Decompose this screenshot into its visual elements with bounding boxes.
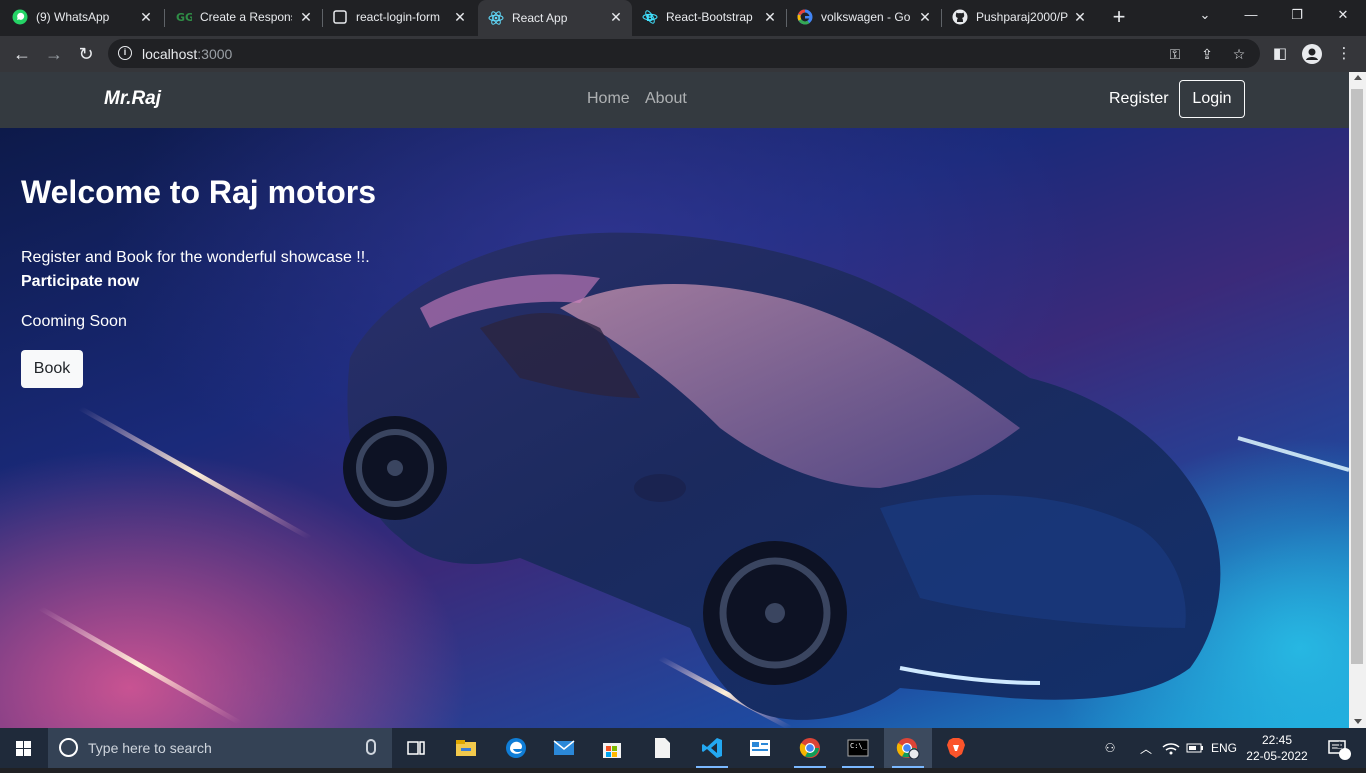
close-tab-icon[interactable]: ✕ <box>1072 9 1088 25</box>
task-view-icon[interactable] <box>392 728 440 768</box>
close-tab-icon[interactable]: ✕ <box>298 9 314 25</box>
gfg-icon: GG <box>176 9 192 25</box>
battery-icon[interactable] <box>1184 728 1206 768</box>
whatsapp-icon <box>12 9 28 25</box>
tab-title: React-Bootstrap <box>666 10 753 24</box>
minimize-button[interactable]: — <box>1228 0 1274 32</box>
browser-menu-icon[interactable]: ⋮ <box>1334 44 1354 64</box>
tab-github[interactable]: Pushparaj2000/P ✕ <box>952 0 1096 34</box>
chrome-profile-icon[interactable] <box>884 728 932 768</box>
close-tab-icon[interactable]: ✕ <box>917 9 933 25</box>
tab-google-search[interactable]: volkswagen - Go ✕ <box>797 0 941 34</box>
svg-text:GG: GG <box>176 11 192 24</box>
register-link[interactable]: Register <box>1109 90 1169 108</box>
page-viewport: Mr.Raj Home About Register Login Welcome… <box>0 72 1349 728</box>
book-button[interactable]: Book <box>21 350 83 388</box>
login-button[interactable]: Login <box>1179 80 1245 118</box>
address-bar[interactable]: i localhost:3000 ⚿ ⇪ ☆ <box>108 39 1260 68</box>
scroll-thumb[interactable] <box>1351 89 1363 664</box>
hero-title: Welcome to Raj motors <box>21 174 377 210</box>
tab-react-login-form[interactable]: react-login-form ✕ <box>332 0 476 34</box>
google-icon <box>797 9 813 25</box>
bookmark-star-icon[interactable]: ☆ <box>1230 45 1248 63</box>
tab-whatsapp[interactable]: (9) WhatsApp ✕ <box>12 0 162 34</box>
brave-icon[interactable] <box>932 728 980 768</box>
back-button[interactable]: ← <box>8 40 36 68</box>
tab-title: react-login-form <box>356 10 441 24</box>
close-tab-icon[interactable]: ✕ <box>138 9 154 25</box>
light-streak <box>1237 436 1349 472</box>
notification-count-badge: 1 <box>1337 740 1343 750</box>
tab-title: Pushparaj2000/P <box>976 10 1068 24</box>
hero-cta-text: Participate now <box>21 273 140 290</box>
restore-button[interactable]: ❐ <box>1274 0 1320 32</box>
share-icon[interactable]: ⇪ <box>1198 45 1216 63</box>
mail-icon[interactable] <box>540 728 588 768</box>
hero-section: Welcome to Raj motors Register and Book … <box>0 128 1349 728</box>
clock-date: 22-05-2022 <box>1246 749 1308 763</box>
close-tab-icon[interactable]: ✕ <box>608 9 624 25</box>
key-icon[interactable]: ⚿ <box>1166 45 1184 63</box>
notifications-button[interactable]: 1 <box>1318 728 1358 768</box>
site-info-icon[interactable]: i <box>118 46 132 60</box>
wifi-icon[interactable] <box>1160 728 1182 768</box>
file-explorer-icon[interactable] <box>442 728 490 768</box>
hero-lead-text: Register and Book for the wonderful show… <box>21 249 370 266</box>
bootstrap-icon: B <box>642 9 658 25</box>
cortana-icon <box>59 738 78 757</box>
tab-title: Create a Respons <box>200 10 292 24</box>
light-streak <box>78 405 312 541</box>
language-indicator[interactable]: ENG <box>1208 728 1240 768</box>
scroll-down-icon[interactable] <box>1354 719 1362 724</box>
svg-text:B: B <box>646 13 654 24</box>
windows-logo-icon <box>16 741 31 756</box>
car-mirror <box>634 474 686 502</box>
react-icon <box>488 10 504 26</box>
scroll-up-icon[interactable] <box>1354 75 1362 80</box>
tab-create-response[interactable]: GG Create a Respons ✕ <box>176 0 322 34</box>
close-window-button[interactable]: ✕ <box>1320 0 1366 32</box>
site-brand[interactable]: Mr.Raj <box>104 88 161 110</box>
taskbar-search-box[interactable]: Type here to search <box>48 728 392 768</box>
side-panel-icon[interactable]: ◧ <box>1270 44 1290 64</box>
start-button[interactable] <box>0 728 48 768</box>
microphone-icon[interactable] <box>366 739 376 755</box>
hero-status-text: Cooming Soon <box>21 313 127 330</box>
terminal-icon[interactable]: C:\_ <box>834 728 882 768</box>
page-scrollbar[interactable] <box>1349 72 1366 728</box>
svg-text:C:\_: C:\_ <box>850 742 868 750</box>
people-icon[interactable]: ⚇ <box>1098 728 1122 768</box>
tab-react-bootstrap[interactable]: B React-Bootstrap ✕ <box>642 0 786 34</box>
tab-react-app[interactable]: React App ✕ <box>478 0 632 36</box>
sports-car-image <box>38 232 1349 728</box>
reload-button[interactable]: ↻ <box>72 40 100 68</box>
search-placeholder: Type here to search <box>88 740 212 756</box>
site-navbar: Mr.Raj Home About Register Login <box>0 72 1349 128</box>
control-panel-icon[interactable] <box>736 728 784 768</box>
clock-time: 22:45 <box>1261 733 1293 747</box>
chrome-icon[interactable] <box>786 728 834 768</box>
edge-icon[interactable] <box>492 728 540 768</box>
profile-avatar-icon[interactable] <box>1302 44 1322 64</box>
tab-title: volkswagen - Go <box>821 10 911 24</box>
github-icon <box>952 9 968 25</box>
nav-about-link[interactable]: About <box>645 90 687 108</box>
windows-taskbar: Type here to search C:\_ ⚇ ︿ ENG 22:45 2… <box>0 728 1366 768</box>
tab-search-chevron-icon[interactable]: ⌄ <box>1182 0 1228 32</box>
browser-tab-strip: (9) WhatsApp ✕ GG Create a Respons ✕ rea… <box>0 0 1366 36</box>
light-streak <box>38 605 242 726</box>
close-tab-icon[interactable]: ✕ <box>452 9 468 25</box>
vscode-icon[interactable] <box>688 728 736 768</box>
new-tab-button[interactable]: + <box>1108 6 1130 28</box>
notepad-file-icon[interactable] <box>638 728 686 768</box>
nav-home-link[interactable]: Home <box>587 90 630 108</box>
store-icon[interactable] <box>588 728 636 768</box>
page-icon <box>332 9 348 25</box>
show-hidden-icons-chevron[interactable]: ︿ <box>1136 728 1156 768</box>
system-clock[interactable]: 22:45 22-05-2022 <box>1246 732 1308 764</box>
forward-button[interactable]: → <box>40 40 68 68</box>
close-tab-icon[interactable]: ✕ <box>762 9 778 25</box>
browser-toolbar: ← → ↻ i localhost:3000 ⚿ ⇪ ☆ ◧ ⋮ <box>0 36 1366 72</box>
url-text[interactable]: localhost:3000 <box>142 46 232 62</box>
